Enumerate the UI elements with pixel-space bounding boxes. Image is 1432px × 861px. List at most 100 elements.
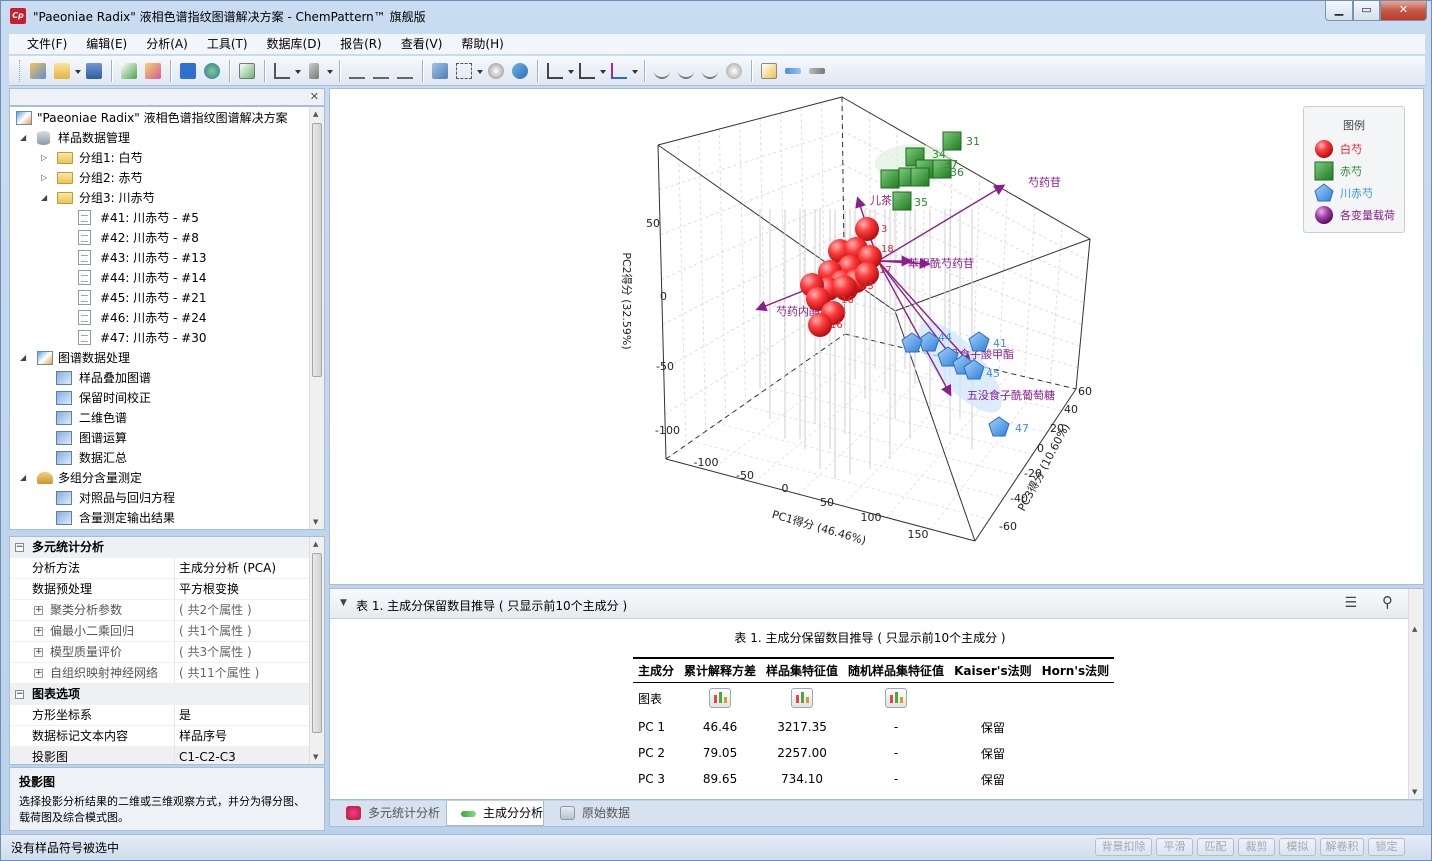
open-button[interactable] bbox=[51, 60, 73, 82]
background-subtract-button[interactable]: 背景扣除 bbox=[1095, 838, 1152, 856]
expand-icon[interactable]: + bbox=[34, 606, 43, 615]
view3d-button-1[interactable] bbox=[544, 60, 566, 82]
expand-icon[interactable]: + bbox=[34, 627, 43, 636]
menu-file[interactable]: 文件(F) bbox=[17, 34, 76, 54]
collapse-icon[interactable]: − bbox=[15, 543, 24, 552]
expand-arrow-icon[interactable]: ◢ bbox=[20, 468, 30, 488]
marker-dropdown[interactable] bbox=[326, 60, 334, 82]
prop-group-chart[interactable]: − 图表选项 bbox=[10, 684, 310, 705]
save-button[interactable] bbox=[83, 60, 105, 82]
report-button[interactable] bbox=[758, 60, 780, 82]
scroll-thumb[interactable] bbox=[312, 553, 322, 733]
select-button[interactable] bbox=[453, 60, 475, 82]
export-button[interactable] bbox=[142, 60, 164, 82]
expand-arrow-icon[interactable]: ◢ bbox=[41, 188, 51, 208]
curve-button-2[interactable] bbox=[675, 60, 697, 82]
prop-row[interactable]: 方形坐标系 是 bbox=[10, 705, 310, 726]
bar-chart-icon[interactable] bbox=[885, 688, 908, 709]
scroll-down-icon[interactable]: ▼ bbox=[313, 518, 318, 526]
tree-scrollbar[interactable]: ▲ ▼ bbox=[309, 107, 324, 529]
expand-icon[interactable]: + bbox=[34, 648, 43, 657]
menu-analysis[interactable]: 分析(A) bbox=[136, 34, 197, 54]
legend-item-baishao[interactable]: 白芍 bbox=[1314, 139, 1362, 159]
find-button[interactable] bbox=[723, 60, 745, 82]
select-dropdown[interactable] bbox=[476, 60, 484, 82]
legend-item-loading[interactable]: 各变量载荷 bbox=[1314, 205, 1395, 225]
prop-row-collapsed[interactable]: + 聚类分析参数 ( 共2个属性 ) bbox=[10, 600, 310, 621]
toolbar-grip[interactable] bbox=[19, 59, 22, 82]
prop-row-collapsed[interactable]: + 自组织映射神经网络 ( 共11个属性 ) bbox=[10, 663, 310, 684]
props-scrollbar[interactable]: ▲ ▼ bbox=[309, 537, 324, 764]
axis-button[interactable] bbox=[271, 60, 293, 82]
peak-button-1[interactable] bbox=[346, 60, 368, 82]
crop-button[interactable]: 裁剪 bbox=[1238, 838, 1275, 856]
prop-row-collapsed[interactable]: + 偏最小二乘回归 ( 共1个属性 ) bbox=[10, 621, 310, 642]
legend-item-chuanchishao[interactable]: 川赤芍 bbox=[1314, 183, 1373, 203]
pca-3d-chart[interactable]: -100-50050100150500-50-1006040200-20-40-… bbox=[330, 89, 1423, 584]
search-icon[interactable]: ⚲ bbox=[1382, 593, 1393, 611]
prop-group-multivariate[interactable]: − 多元统计分析 bbox=[10, 537, 310, 558]
menu-tools[interactable]: 工具(T) bbox=[197, 34, 257, 54]
web-button[interactable] bbox=[201, 60, 223, 82]
view3d-dropdown-2[interactable] bbox=[599, 60, 607, 82]
deconvolution-button[interactable]: 解卷积 bbox=[1320, 838, 1364, 856]
collapse-arrow-icon[interactable]: ▷ bbox=[41, 168, 51, 188]
match-button[interactable]: 匹配 bbox=[1197, 838, 1234, 856]
zoom-button[interactable] bbox=[429, 60, 451, 82]
menu-database[interactable]: 数据库(D) bbox=[257, 34, 331, 54]
prop-row-selected[interactable]: 投影图 C1-C2-C3 bbox=[10, 747, 310, 764]
legend-item-chishao[interactable]: 赤芍 bbox=[1314, 161, 1362, 181]
prop-value[interactable]: 主成分分析 (PCA) bbox=[178, 558, 276, 579]
help-button[interactable] bbox=[177, 60, 199, 82]
view3d-button-3[interactable] bbox=[608, 60, 630, 82]
prop-row[interactable]: 分析方法 主成分分析 (PCA) bbox=[10, 558, 310, 579]
bar-chart-icon[interactable] bbox=[709, 688, 732, 709]
list-options-icon[interactable]: ☰ bbox=[1344, 595, 1357, 611]
maximize-button[interactable]: ▭ bbox=[1353, 1, 1380, 21]
rotate-button[interactable] bbox=[509, 60, 531, 82]
back-button[interactable] bbox=[782, 60, 804, 82]
results-scrollbar[interactable]: ▲ ▼ bbox=[1408, 589, 1423, 799]
simulate-button[interactable]: 模拟 bbox=[1279, 838, 1316, 856]
view3d-button-2[interactable] bbox=[576, 60, 598, 82]
expand-arrow-icon[interactable]: ◢ bbox=[20, 348, 30, 368]
bar-chart-icon[interactable] bbox=[791, 688, 814, 709]
prop-value[interactable]: C1-C2-C3 bbox=[178, 747, 236, 764]
new-project-button[interactable] bbox=[27, 60, 49, 82]
prop-value[interactable]: 样品序号 bbox=[178, 726, 227, 747]
prop-row[interactable]: 数据预处理 平方根变换 bbox=[10, 579, 310, 600]
expand-icon[interactable]: + bbox=[34, 669, 43, 678]
view3d-dropdown-3[interactable] bbox=[631, 60, 639, 82]
scroll-thumb[interactable] bbox=[312, 123, 322, 377]
view3d-dropdown-1[interactable] bbox=[567, 60, 575, 82]
tab-raw-data[interactable]: 原始数据 bbox=[546, 801, 632, 826]
forward-button[interactable] bbox=[806, 60, 828, 82]
scroll-up-icon[interactable]: ▲ bbox=[313, 540, 318, 548]
axis-dropdown[interactable] bbox=[294, 60, 302, 82]
scroll-up-icon[interactable]: ▲ bbox=[313, 110, 318, 118]
prop-value[interactable]: 平方根变换 bbox=[178, 579, 239, 600]
app-icon[interactable]: Cp bbox=[10, 8, 26, 24]
smooth-button[interactable]: 平滑 bbox=[1156, 838, 1193, 856]
open-dropdown[interactable] bbox=[74, 60, 82, 82]
close-button[interactable]: ✕ bbox=[1380, 1, 1427, 21]
add-chart-button[interactable] bbox=[236, 60, 258, 82]
scroll-down-icon[interactable]: ▼ bbox=[313, 753, 318, 761]
collapse-arrow-icon[interactable]: ▼ bbox=[340, 598, 347, 608]
tab-pca[interactable]: 主成分分析 bbox=[446, 801, 544, 826]
tab-multivariate[interactable]: 多元统计分析 bbox=[332, 801, 444, 826]
marker-button[interactable] bbox=[303, 60, 325, 82]
collapse-arrow-icon[interactable]: ▷ bbox=[41, 148, 51, 168]
scroll-up-icon[interactable]: ▲ bbox=[1412, 625, 1417, 633]
peak-button-2[interactable] bbox=[370, 60, 392, 82]
prop-row[interactable]: 数据标记文本内容 样品序号 bbox=[10, 726, 310, 747]
scroll-down-icon[interactable]: ▼ bbox=[1412, 788, 1417, 796]
expand-arrow-icon[interactable]: ◢ bbox=[20, 128, 30, 148]
move-button[interactable] bbox=[485, 60, 507, 82]
prop-value[interactable]: 是 bbox=[178, 705, 191, 726]
close-icon[interactable]: ✕ bbox=[310, 90, 319, 103]
menu-help[interactable]: 帮助(H) bbox=[451, 34, 512, 54]
curve-button-1[interactable] bbox=[651, 60, 673, 82]
prop-row-collapsed[interactable]: + 模型质量评价 ( 共3个属性 ) bbox=[10, 642, 310, 663]
minimize-button[interactable]: ▁ bbox=[1325, 1, 1353, 21]
